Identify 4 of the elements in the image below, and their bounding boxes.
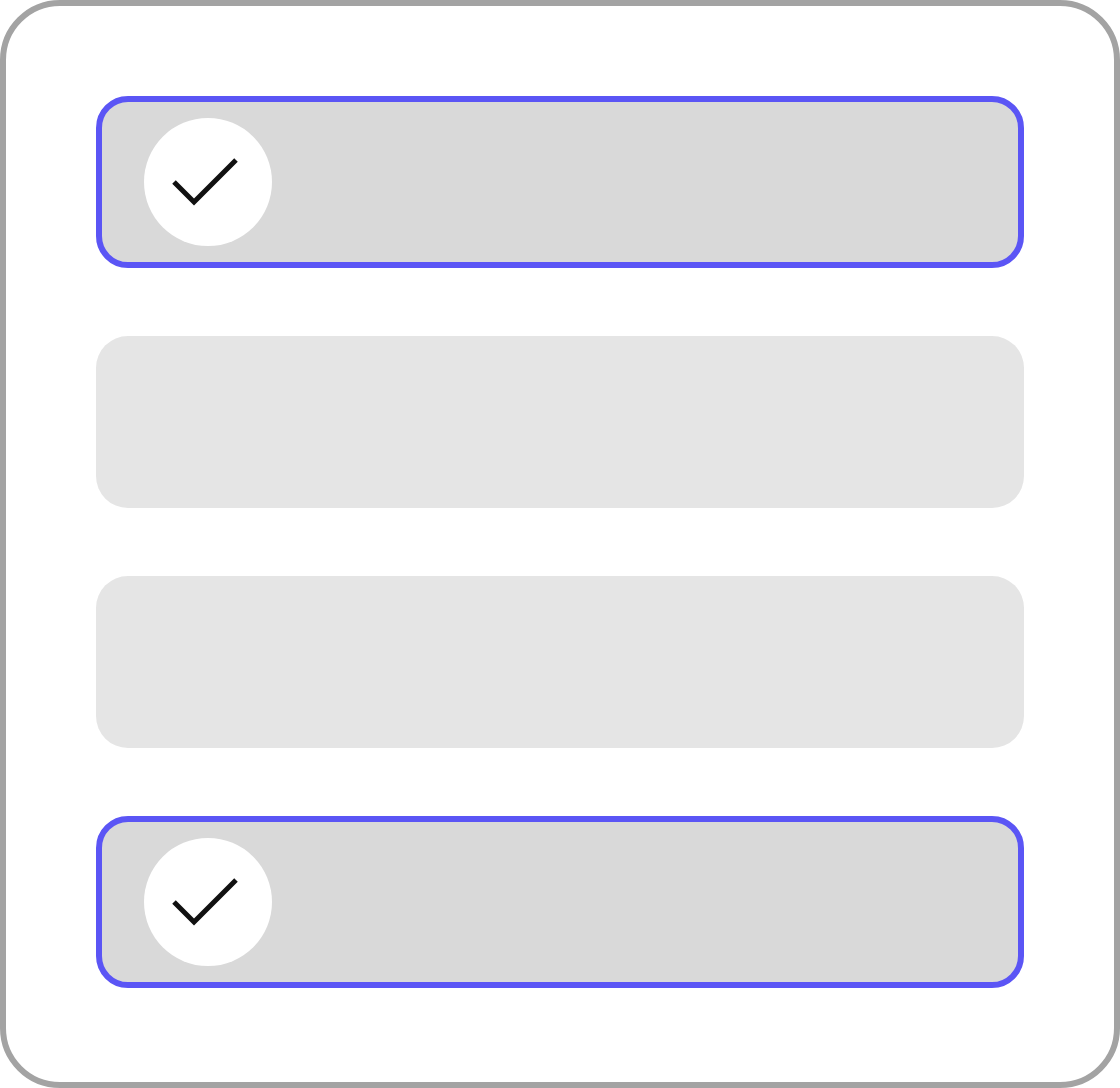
check-icon (144, 118, 272, 246)
check-icon (144, 838, 272, 966)
option-card[interactable] (96, 816, 1024, 988)
option-card[interactable] (96, 96, 1024, 268)
